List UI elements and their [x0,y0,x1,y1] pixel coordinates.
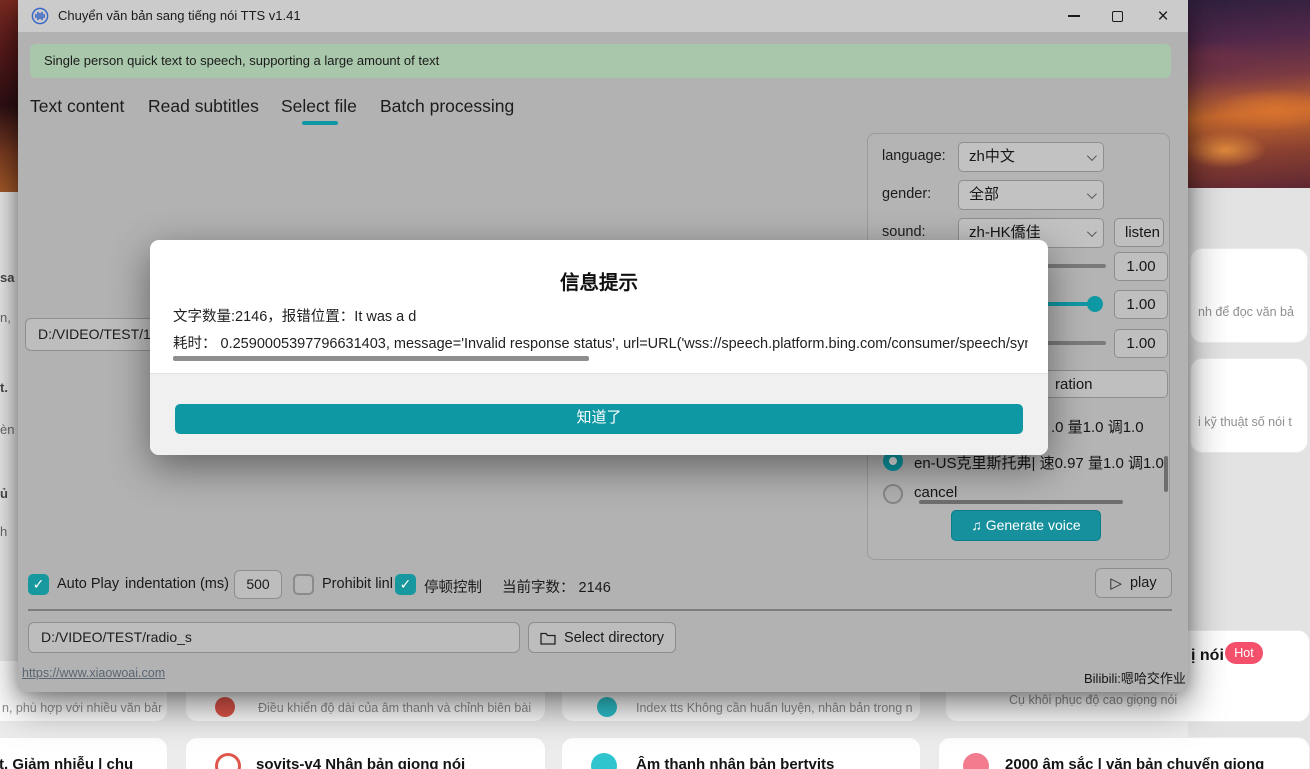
screen: sa n, t. èn ủ h nh để đọc văn bả i kỹ th… [0,0,1310,769]
auto-play-label: Auto Play [57,576,119,592]
sound-value: zh-HK僑佳 [969,224,1041,241]
folder-icon [540,631,556,645]
bg-letter: t. [0,380,17,395]
bg-letter: èn [0,422,17,437]
bg-card-text: nh để đọc văn bả [1198,305,1308,319]
dialog-message-line1: 文字数量:2146，报错位置：It was a d [173,305,1028,326]
language-select[interactable]: zh中文 [958,142,1104,172]
close-button[interactable]: × [1140,0,1186,32]
prohibit-link-checkbox[interactable] [293,574,314,595]
sound-label: sound: [882,224,926,240]
language-value: zh中文 [969,148,1015,165]
voice-option-label[interactable]: .0 量1.0 调1.0 [1051,416,1144,437]
minimize-icon [1068,15,1080,17]
hot-badge: Hot [1225,642,1263,664]
bg-card: t. Giảm nhiễu | chụ [0,737,168,769]
bg-card: nh để đọc văn bả [1190,248,1308,343]
website-link[interactable]: https://www.xiaowoai.com [22,666,165,680]
gender-select[interactable]: 全部 [958,180,1104,210]
dialog-title: 信息提示 [150,266,1048,295]
char-count-label: 当前字数： 2146 [502,576,611,597]
bg-card-text: i kỹ thuật số nói t [1198,415,1308,429]
pitch-value-button[interactable]: 1.00 [1114,329,1168,358]
play-icon: ▷ [1110,574,1122,592]
select-directory-button[interactable]: Select directory [528,622,676,653]
bg-card: Âm thanh nhân bản bertvits [561,737,921,769]
bg-card-title: sovits-v4 Nhân bản giọng nói [256,756,538,769]
tab-text-content[interactable]: Text content [30,96,124,117]
voice-list-hscrollbar[interactable] [919,500,1123,504]
bg-hot-card-subtitle: Cụ khôi phục độ cao giọng nói [1009,693,1304,707]
bg-card-text: Index tts Không cần huấn luyện, nhân bản… [636,701,916,715]
gender-value: 全部 [969,186,999,203]
volume-slider-thumb[interactable] [1087,296,1103,312]
voice-option-label[interactable]: en-US克里斯托弗| 速0.97 量1.0 调1.0 [914,452,1164,473]
dialog-ok-button[interactable]: 知道了 [175,404,1023,434]
tab-select-file[interactable]: Select file [281,96,357,117]
play-button[interactable]: ▷ play [1095,568,1172,598]
generate-voice-label: Generate voice [986,517,1081,533]
dialog-message-line2: 耗时： 0.2590005397796631403, message='Inva… [173,332,1028,353]
info-banner: Single person quick text to speech, supp… [30,44,1171,78]
pause-control-checkbox[interactable]: ✓ [395,574,416,595]
bg-card-icon [591,753,617,769]
bg-card-icon [597,697,617,717]
bg-card-text: Điều khiển độ dài của âm thanh và chỉnh … [258,701,540,715]
dialog-hscrollbar[interactable] [173,356,589,361]
bg-card-icon [215,753,241,769]
listen-button[interactable]: listen [1114,218,1164,247]
bg-card-title: t. Giảm nhiễu | chụ [0,756,164,769]
select-directory-label: Select directory [564,630,664,646]
wallpaper-right [1185,0,1310,188]
output-path-input[interactable]: D:/VIDEO/TEST/radio_s [28,622,520,653]
bg-card: 2000 âm sắc | văn bản chuyển giọng [938,737,1310,769]
language-label: language: [882,148,946,164]
bilibili-credit: Bilibili:嗯哈交作业 [1084,668,1186,687]
indentation-label: indentation (ms) [125,576,229,592]
app-logo-icon [31,7,49,25]
voice-option-radio[interactable] [883,484,903,504]
indentation-input[interactable]: 500 [234,570,282,599]
music-note-icon: ♫ [971,517,982,533]
divider [28,609,1172,611]
maximize-button[interactable] [1094,0,1140,32]
bg-letter: h [0,524,17,539]
close-icon: × [1157,7,1168,26]
bg-card-title: 2000 âm sắc | văn bản chuyển giọng [1005,756,1305,769]
bg-card: i kỹ thuật số nói t [1190,358,1308,453]
dialog-footer: 知道了 [150,373,1048,455]
speed-value-button[interactable]: 1.00 [1114,252,1168,281]
bg-card-icon [215,697,235,717]
voice-option-label[interactable]: cancel [914,484,957,501]
tab-batch-processing[interactable]: Batch processing [380,96,514,117]
bg-card: sovits-v4 Nhân bản giọng nói [185,737,546,769]
volume-value-button[interactable]: 1.00 [1114,290,1168,319]
wallpaper-left [0,0,18,192]
bg-card-title: Âm thanh nhân bản bertvits [636,756,914,769]
titlebar: Chuyển văn bản sang tiếng nói TTS v1.41 … [18,0,1188,32]
chevron-down-icon [1087,151,1097,161]
active-tab-underline [302,121,338,125]
prohibit-link-label: Prohibit linl [322,576,393,592]
window-title: Chuyển văn bản sang tiếng nói TTS v1.41 [58,8,301,23]
play-label: play [1130,575,1157,591]
bg-letter: ủ [0,486,17,501]
message-dialog: 信息提示 文字数量:2146，报错位置：It was a d 耗时： 0.259… [150,240,1048,455]
bg-card-icon [963,753,989,769]
minimize-button[interactable] [1051,0,1097,32]
chevron-down-icon [1087,189,1097,199]
bg-card-text: n, phù hợp với nhiều văn bản [2,701,162,715]
auto-play-checkbox[interactable]: ✓ [28,574,49,595]
bg-hot-card-title: ị nói [1191,647,1224,665]
chevron-down-icon [1087,227,1097,237]
pause-control-label: 停顿控制 [424,576,482,597]
gender-label: gender: [882,186,931,202]
tab-read-subtitles[interactable]: Read subtitles [148,96,259,117]
bg-letter: n, [0,310,17,325]
voice-list-vscrollbar[interactable] [1164,456,1168,492]
generate-voice-button[interactable]: ♫ Generate voice [951,510,1101,541]
maximize-icon [1112,11,1123,22]
bg-letter: sa [0,270,17,285]
